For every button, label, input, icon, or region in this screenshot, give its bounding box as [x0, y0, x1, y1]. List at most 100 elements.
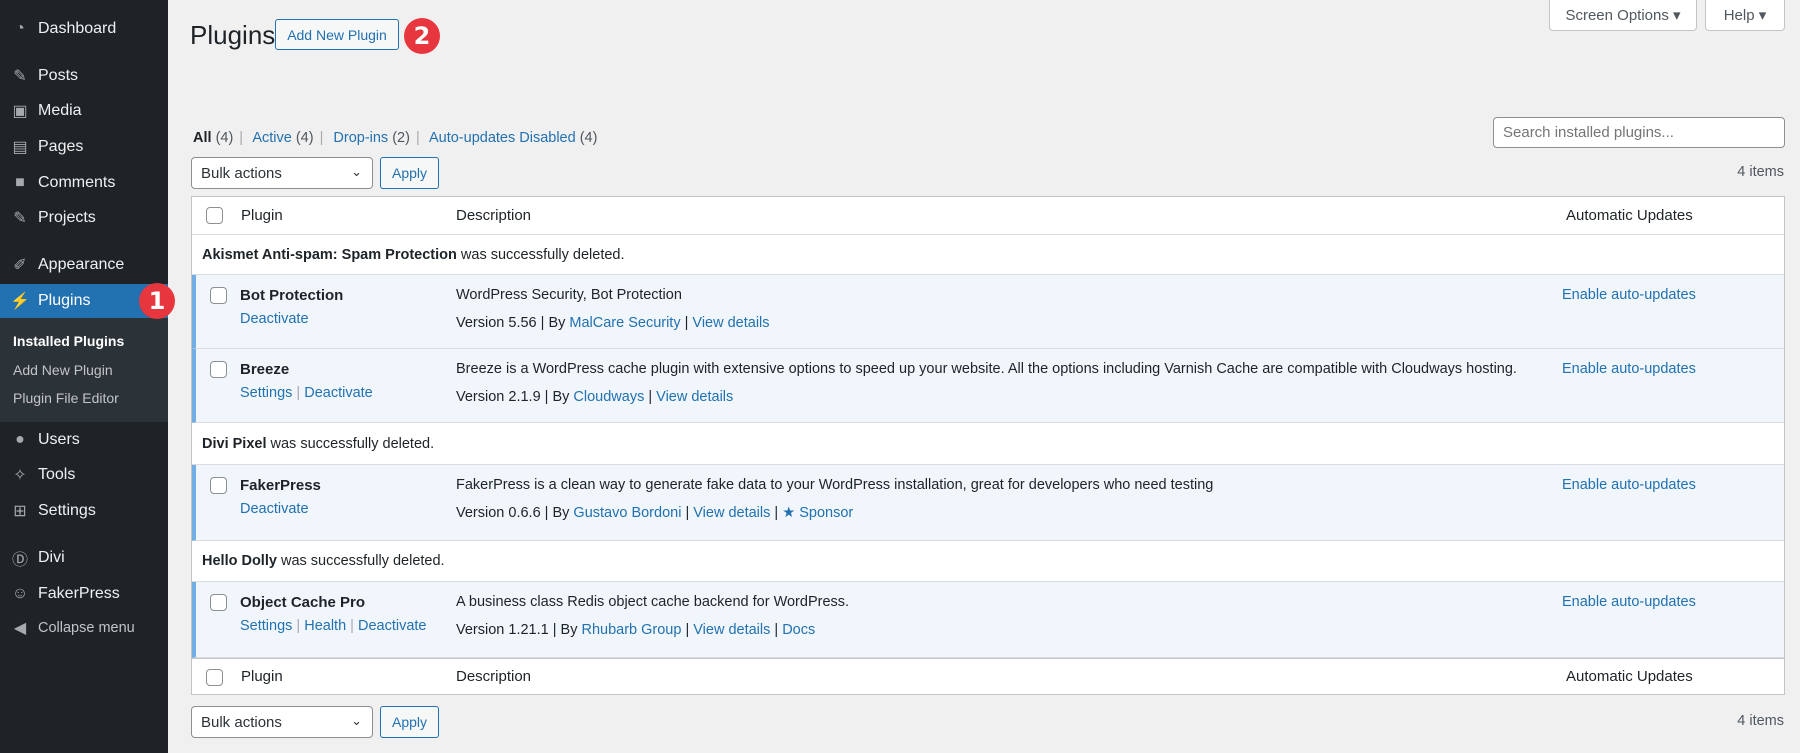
menu-dashboard[interactable]: ◔ Dashboard — [0, 11, 168, 47]
notice-plugin-name: Divi Pixel — [202, 435, 267, 452]
deactivate-link[interactable]: Deactivate — [240, 501, 309, 517]
submenu-add-new-plugin[interactable]: Add New Plugin — [13, 362, 113, 378]
author-link[interactable]: Gustavo Bordoni — [573, 505, 681, 521]
search-plugins-input[interactable] — [1493, 117, 1785, 148]
menu-settings[interactable]: ⊞ Settings — [0, 493, 168, 529]
menu-label: Dashboard — [38, 20, 117, 37]
menu-media[interactable]: ▣ Media — [0, 93, 168, 129]
menu-appearance[interactable]: ✐ Appearance — [0, 247, 168, 283]
enable-auto-updates-link[interactable]: Enable auto-updates — [1562, 477, 1696, 493]
column-plugin: Plugin — [241, 207, 283, 224]
items-count-top: 4 items — [1737, 164, 1784, 180]
deactivate-link[interactable]: Deactivate — [304, 385, 373, 401]
screen-options-button[interactable]: Screen Options ▾ — [1549, 0, 1697, 31]
notice-plugin-name: Hello Dolly — [202, 553, 277, 569]
bulk-actions-select-top[interactable]: Bulk actions ⌄ — [191, 157, 373, 189]
select-all-checkbox-footer[interactable] — [206, 669, 223, 686]
plugin-checkbox[interactable] — [210, 594, 227, 611]
deactivate-link[interactable]: Deactivate — [358, 618, 427, 634]
menu-label: FakerPress — [38, 585, 120, 602]
plugin-row: Breeze Settings | Deactivate Breeze is a… — [192, 349, 1784, 423]
plugin-row: FakerPress Deactivate FakerPress is a cl… — [192, 465, 1784, 541]
user-icon: ● — [15, 431, 25, 448]
plugin-row: Bot Protection Deactivate WordPress Secu… — [192, 275, 1784, 349]
column-plugin: Plugin — [241, 668, 283, 685]
enable-auto-updates-link[interactable]: Enable auto-updates — [1562, 287, 1696, 303]
column-automatic-updates: Automatic Updates — [1566, 668, 1693, 685]
menu-label: Collapse menu — [38, 620, 135, 636]
filter-all[interactable]: All — [193, 130, 212, 146]
health-link[interactable]: Health — [304, 618, 346, 634]
menu-tools[interactable]: ✧ Tools — [0, 457, 168, 493]
menu-posts[interactable]: ✎ Posts — [0, 58, 168, 94]
menu-comments[interactable]: ■ Comments — [0, 165, 168, 201]
filter-dropins[interactable]: Drop-ins — [333, 130, 388, 146]
plugin-description: A business class Redis object cache back… — [456, 594, 850, 610]
view-details-link[interactable]: View details — [693, 622, 770, 638]
submenu-plugin-file-editor[interactable]: Plugin File Editor — [13, 390, 119, 406]
docs-link[interactable]: Docs — [782, 622, 815, 638]
plugin-checkbox[interactable] — [210, 361, 227, 378]
menu-label: Settings — [38, 502, 96, 519]
filter-count: (4) — [295, 130, 314, 146]
apply-button-bottom[interactable]: Apply — [380, 706, 439, 738]
menu-label: Pages — [38, 138, 84, 155]
column-description: Description — [456, 207, 532, 224]
menu-pages[interactable]: ▤ Pages — [0, 129, 168, 165]
author-link[interactable]: Cloudways — [573, 389, 644, 405]
deleted-notice: Akismet Anti-spam: Spam Protection was s… — [192, 235, 1784, 275]
brush-icon: ✐ — [13, 257, 27, 274]
menu-fakerpress[interactable]: ☺ FakerPress — [0, 576, 168, 612]
view-details-link[interactable]: View details — [656, 389, 733, 405]
view-details-link[interactable]: View details — [692, 315, 769, 331]
plugin-checkbox[interactable] — [210, 287, 227, 304]
comment-icon: ■ — [15, 174, 25, 191]
view-details-link[interactable]: View details — [693, 505, 770, 521]
enable-auto-updates-link[interactable]: Enable auto-updates — [1562, 594, 1696, 610]
author-link[interactable]: MalCare Security — [569, 315, 680, 331]
plugin-description: FakerPress is a clean way to generate fa… — [456, 477, 1214, 493]
plugin-name: Object Cache Pro — [240, 594, 366, 611]
plugin-checkbox[interactable] — [210, 477, 227, 494]
plugin-name: FakerPress — [240, 477, 321, 494]
menu-label: Divi — [38, 549, 65, 566]
add-new-plugin-button[interactable]: Add New Plugin — [275, 19, 399, 50]
settings-link[interactable]: Settings — [240, 385, 292, 401]
menu-label: Media — [38, 102, 82, 119]
deactivate-link[interactable]: Deactivate — [240, 311, 309, 327]
filter-count: (2) — [392, 130, 410, 146]
select-all-checkbox[interactable] — [206, 207, 223, 224]
items-count-bottom: 4 items — [1737, 713, 1784, 729]
filter-auto-updates-disabled[interactable]: Auto-updates Disabled — [429, 130, 576, 146]
plugin-name: Breeze — [240, 361, 290, 378]
annotation-badge-1: 1 — [139, 283, 175, 319]
help-button[interactable]: Help ▾ — [1705, 0, 1785, 31]
settings-link[interactable]: Settings — [240, 618, 292, 634]
collapse-menu[interactable]: ◀ Collapse menu — [0, 610, 168, 646]
plugin-description: WordPress Security, Bot Protection — [456, 287, 682, 303]
settings-icon: ⊞ — [13, 503, 27, 520]
bulk-actions-label: Bulk actions — [201, 164, 282, 182]
bulk-actions-select-bottom[interactable]: Bulk actions ⌄ — [191, 706, 373, 738]
enable-auto-updates-link[interactable]: Enable auto-updates — [1562, 361, 1696, 377]
menu-projects[interactable]: ✎ Projects — [0, 200, 168, 236]
plugin-name: Bot Protection — [240, 287, 344, 304]
author-link[interactable]: Rhubarb Group — [581, 622, 681, 638]
filter-count: (4) — [215, 130, 234, 146]
admin-sidebar: ◔ Dashboard ✎ Posts ▣ Media ▤ Pages ■ Comment… — [0, 0, 168, 753]
menu-label: Appearance — [38, 256, 125, 273]
sponsor-label: Sponsor — [799, 505, 854, 521]
apply-button-top[interactable]: Apply — [380, 157, 439, 189]
submenu-installed-plugins[interactable]: Installed Plugins — [13, 333, 124, 349]
filter-active[interactable]: Active — [252, 130, 292, 146]
chevron-down-icon: ⌄ — [351, 713, 362, 728]
table-footer: Plugin Description Automatic Updates — [192, 658, 1784, 695]
menu-users[interactable]: ● Users — [0, 422, 168, 458]
plugin-status-filters: All (4) | Active (4) | Drop-ins (2) | Auto-… — [193, 130, 598, 146]
menu-label: Projects — [38, 209, 96, 226]
menu-label: Tools — [38, 466, 76, 483]
menu-divi[interactable]: Ⓓ Divi — [0, 540, 168, 576]
sponsor-link[interactable]: ★ Sponsor — [782, 505, 853, 521]
column-automatic-updates: Automatic Updates — [1566, 207, 1693, 224]
pin-icon: ✎ — [13, 210, 27, 227]
